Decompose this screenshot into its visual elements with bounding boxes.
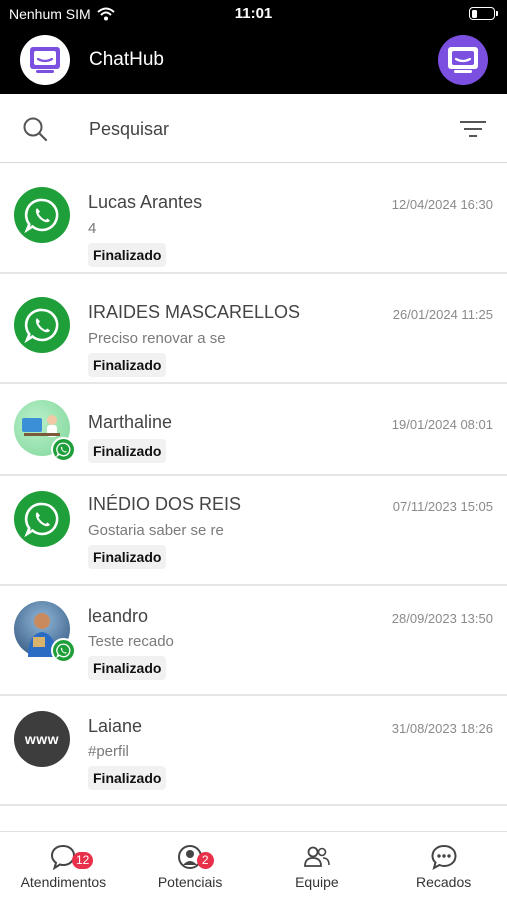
whatsapp-icon: [14, 187, 70, 243]
tab-recados[interactable]: Recados: [380, 832, 507, 900]
chathub-logo-icon[interactable]: [20, 35, 70, 85]
search-input[interactable]: [89, 116, 429, 142]
status-bar: Nenhum SIM 11:01: [0, 0, 507, 28]
list-item[interactable]: www Laiane 31/08/2023 18:26 #perfil Fina…: [0, 696, 507, 806]
status-badge: Finalizado: [88, 353, 167, 377]
www-avatar: www: [14, 711, 70, 767]
whatsapp-badge-icon: [51, 638, 76, 663]
profile-avatar-icon[interactable]: [438, 35, 488, 85]
last-message: #perfil: [88, 743, 129, 760]
contact-name: Lucas Arantes: [88, 192, 203, 212]
list-item[interactable]: leandro 28/09/2023 13:50 Teste recado Fi…: [0, 586, 507, 696]
whatsapp-icon: [14, 297, 70, 353]
contact-name: IRAIDES MASCARELLOS: [88, 302, 301, 322]
filter-icon[interactable]: [459, 118, 487, 140]
tab-label: Atendimentos: [20, 874, 107, 890]
list-item[interactable]: Lucas Arantes 12/04/2024 16:30 4 Finaliz…: [0, 164, 507, 274]
www-avatar-label: www: [24, 731, 60, 747]
status-badge: Finalizado: [88, 439, 167, 463]
conversation-date: 26/01/2024 11:25: [392, 307, 493, 322]
conversation-date: 31/08/2023 18:26: [391, 721, 493, 736]
list-item[interactable]: IRAIDES MASCARELLOS 26/01/2024 11:25 Pre…: [0, 274, 507, 384]
notification-badge: 12: [72, 852, 94, 869]
app-header: ChatHub: [0, 28, 507, 94]
notification-badge: 2: [196, 852, 214, 869]
bottom-navigation: 12 Atendimentos 2 Potenciais Equipe Reca…: [0, 831, 507, 900]
whatsapp-icon: [14, 491, 70, 547]
contact-photo: [14, 601, 76, 663]
last-message: Preciso renovar a se: [88, 330, 226, 347]
contact-name: Laiane: [88, 716, 143, 736]
team-icon: [303, 846, 330, 867]
conversation-list: Lucas Arantes 12/04/2024 16:30 4 Finaliz…: [0, 164, 507, 806]
tab-potenciais[interactable]: 2 Potenciais: [127, 832, 254, 900]
status-badge: Finalizado: [88, 766, 167, 790]
last-message: Gostaria saber se re: [88, 522, 224, 539]
app-title: ChatHub: [89, 49, 164, 70]
search-icon[interactable]: [22, 116, 48, 142]
battery-icon: [469, 7, 498, 20]
conversation-date: 12/04/2024 16:30: [391, 197, 493, 212]
list-item[interactable]: INÉDIO DOS REIS 07/11/2023 15:05 Gostari…: [0, 476, 507, 586]
tab-label: Potenciais: [157, 874, 223, 890]
last-message: Teste recado: [88, 633, 174, 650]
contact-name: INÉDIO DOS REIS: [88, 494, 242, 514]
clock: 11:01: [234, 5, 273, 22]
tab-atendimentos[interactable]: 12 Atendimentos: [0, 832, 127, 900]
contact-name: Marthaline: [88, 412, 173, 432]
conversation-date: 28/09/2023 13:50: [391, 611, 493, 626]
conversation-date: 07/11/2023 15:05: [392, 499, 493, 514]
search-bar: [0, 94, 507, 163]
tab-label: Equipe: [295, 874, 339, 890]
status-badge: Finalizado: [88, 656, 167, 680]
last-message: 4: [88, 220, 97, 237]
status-badge: Finalizado: [88, 545, 167, 569]
contact-photo: [14, 400, 76, 462]
conversation-date: 19/01/2024 08:01: [391, 417, 493, 432]
message-dots-icon: [431, 844, 457, 870]
contact-name: leandro: [88, 606, 149, 626]
tab-label: Recados: [415, 874, 472, 890]
list-item[interactable]: Marthaline 19/01/2024 08:01 Finalizado: [0, 384, 507, 476]
tab-equipe[interactable]: Equipe: [254, 832, 381, 900]
status-badge: Finalizado: [88, 243, 167, 267]
whatsapp-badge-icon: [51, 437, 76, 462]
